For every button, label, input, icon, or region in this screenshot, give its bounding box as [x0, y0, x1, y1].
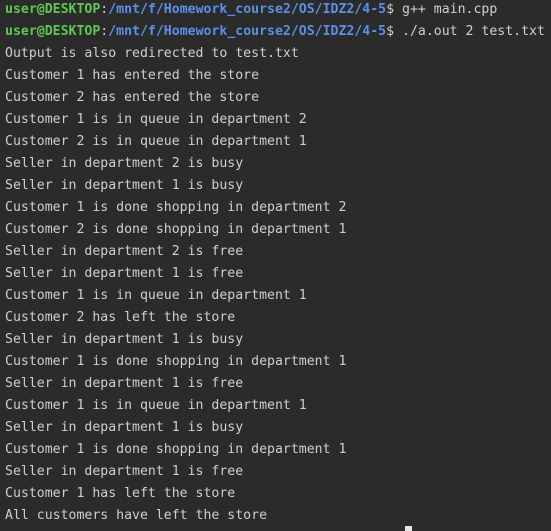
prompt-path: /mnt/f/Homework_course2/OS/IDZ2/4-5 [108, 24, 387, 39]
output-line: Seller in department 1 is free [5, 464, 244, 479]
output-line: Customer 1 is done shopping in departmen… [5, 354, 347, 369]
output-line: Customer 1 is in queue in department 1 [5, 398, 307, 413]
output-line: Customer 1 is done shopping in departmen… [5, 442, 347, 457]
prompt-user-host: user@DESKTOP [5, 2, 101, 17]
output-line: Seller in department 1 is free [5, 376, 244, 391]
output-line: All customers have left the store [5, 508, 268, 523]
output-line: Customer 2 has entered the store [5, 90, 260, 105]
output-line: Customer 2 is done shopping in departmen… [5, 222, 347, 237]
output-line: Customer 1 is done shopping in departmen… [5, 200, 347, 215]
text-cursor [405, 526, 412, 531]
output-line: Customer 1 is in queue in department 2 [5, 112, 307, 127]
output-line: Seller in department 2 is busy [5, 156, 244, 171]
prompt-path: /mnt/f/Homework_course2/OS/IDZ2/4-5 [108, 2, 387, 17]
output-line: Seller in department 1 is free [5, 266, 244, 281]
output-line: Seller in department 1 is busy [5, 420, 244, 435]
output-line: Customer 1 is in queue in department 1 [5, 288, 307, 303]
output-line: Customer 1 has entered the store [5, 68, 260, 83]
prompt-line-2: user@DESKTOP:/mnt/f/Homework_course2/OS/… [5, 21, 545, 43]
output-line: Seller in department 1 is busy [5, 332, 244, 347]
prompt-dollar: $ [386, 24, 395, 39]
output-line: Customer 2 has left the store [5, 310, 236, 325]
output-line: Seller in department 1 is busy [5, 178, 244, 193]
output-line: Seller in department 2 is free [5, 244, 244, 259]
prompt-dollar: $ [386, 2, 395, 17]
terminal-window[interactable]: user@DESKTOP:/mnt/f/Homework_course2/OS/… [0, 0, 551, 531]
command-text: ./a.out 2 test.txt [394, 24, 545, 39]
output-line: Customer 2 is in queue in department 1 [5, 134, 307, 149]
prompt-line-1: user@DESKTOP:/mnt/f/Homework_course2/OS/… [5, 0, 497, 21]
output-line: Output is also redirected to test.txt [5, 46, 299, 61]
prompt-user-host: user@DESKTOP [5, 24, 101, 39]
command-text: g++ main.cpp [394, 2, 498, 17]
output-line: Customer 1 has left the store [5, 486, 236, 501]
